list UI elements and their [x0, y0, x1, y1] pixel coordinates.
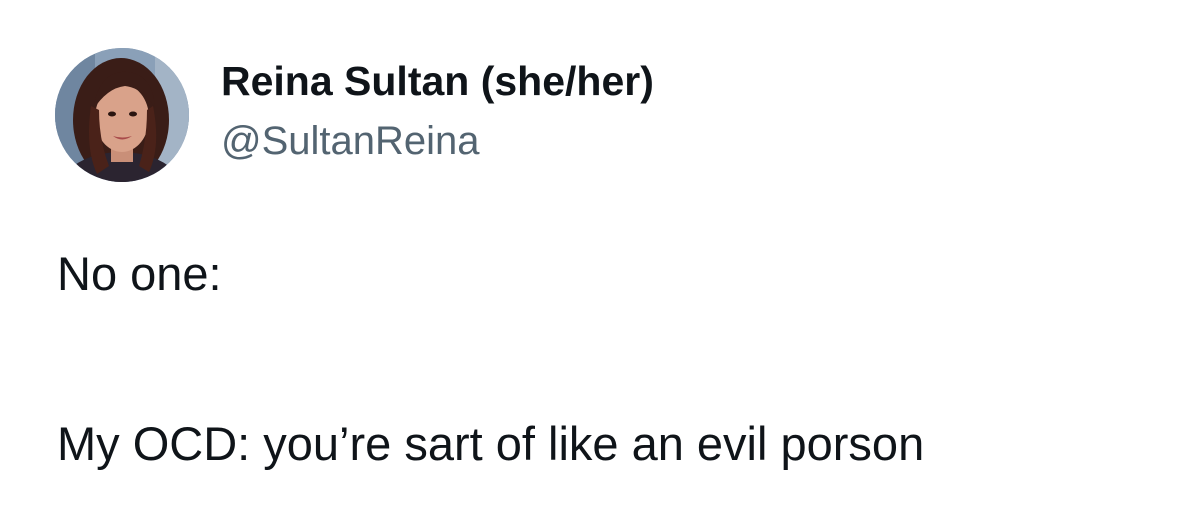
author-names: Reina Sultan (she/her) @SultanReina	[221, 56, 654, 166]
profile-photo-avatar-icon	[55, 48, 189, 182]
tweet-text: No one: My OCD: you’re sart of like an e…	[57, 245, 1177, 473]
tweet-card: Reina Sultan (she/her) @SultanReina No o…	[0, 0, 1200, 519]
display-name[interactable]: Reina Sultan (she/her)	[221, 56, 654, 106]
tweet-text-line: No one:	[57, 247, 222, 300]
user-handle[interactable]: @SultanReina	[221, 116, 654, 166]
tweet-header: Reina Sultan (she/her) @SultanReina	[55, 48, 654, 182]
avatar[interactable]	[55, 48, 189, 182]
tweet-text-line: My OCD: you’re sart of like an evil pors…	[57, 417, 925, 470]
